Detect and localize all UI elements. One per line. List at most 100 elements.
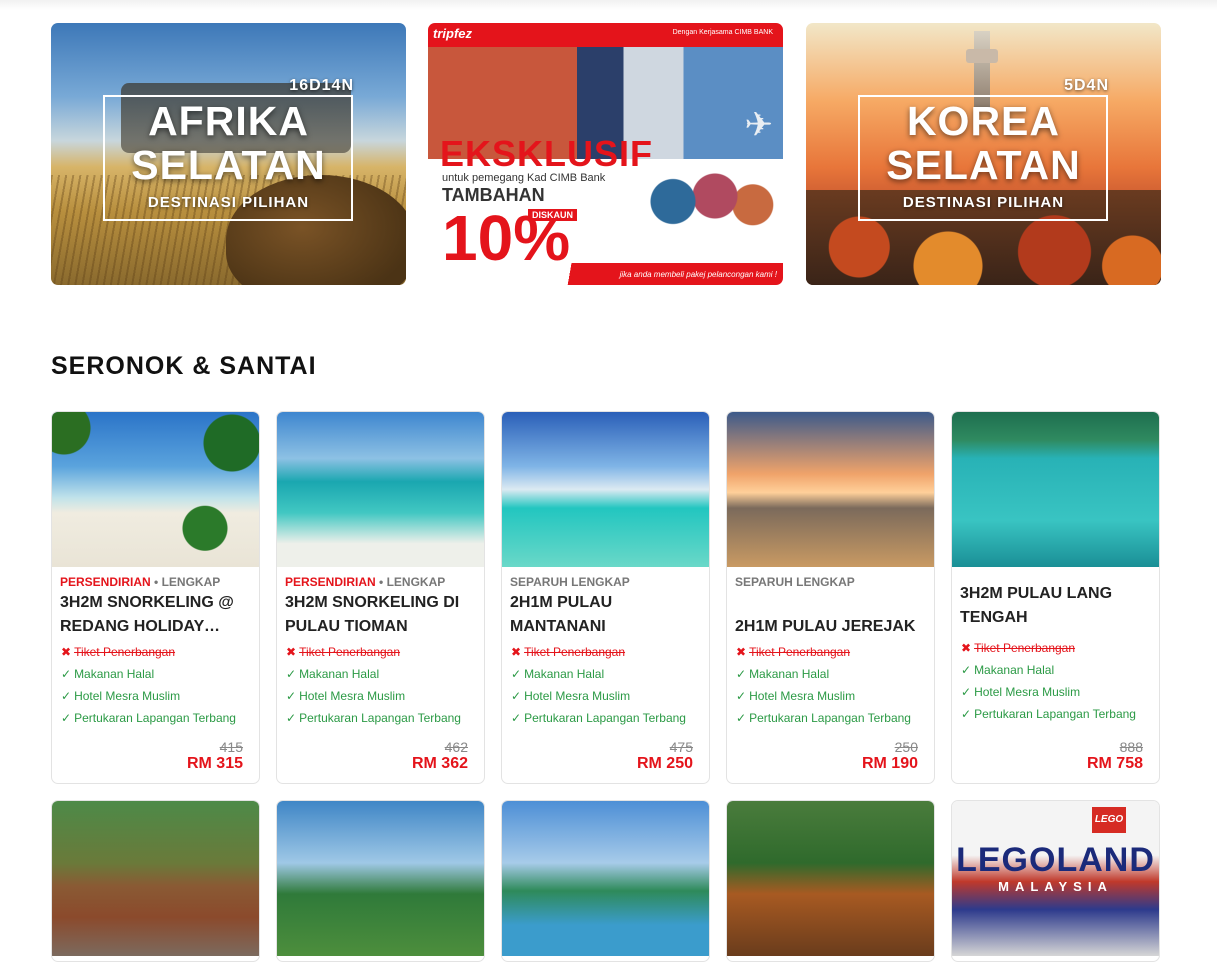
feature-included: ✓ Hotel Mesra Muslim: [61, 689, 180, 703]
package-card[interactable]: 3H2M PULAU LANG TENGAH ✖ Tiket Penerbanga…: [951, 411, 1160, 784]
feature-excluded: ✖ Tiket Penerbangan: [61, 645, 175, 659]
package-card[interactable]: PERSENDIRIAN • LENGKAP 3H2M SNORKELING D…: [276, 411, 485, 784]
partner-label: Dengan Kerjasama CIMB BANK: [672, 29, 773, 36]
lego-logo: LEGO: [1092, 807, 1126, 833]
section-title: SERONOK & SANTAI: [51, 352, 317, 380]
feature-included: ✓ Hotel Mesra Muslim: [961, 685, 1080, 699]
package-image: [52, 412, 259, 567]
check-icon: ✓: [961, 685, 972, 699]
feature-label: Tiket Penerbangan: [299, 645, 401, 659]
package-card[interactable]: [501, 800, 710, 962]
palm-leaves-image: [169, 412, 259, 567]
feature-included: ✓ Makanan Halal: [961, 663, 1054, 677]
feature-label: Makanan Halal: [974, 663, 1055, 677]
x-icon: ✖: [736, 645, 747, 659]
banner-afrika-selatan[interactable]: 16D14N AFRIKA SELATAN DESTINASI PILIHAN: [51, 23, 406, 285]
package-title: 2H1M PULAU JEREJAK: [735, 618, 916, 635]
package-card[interactable]: SEPARUH LENGKAP 2H1M PULAU JEREJAK ✖ Tike…: [726, 411, 935, 784]
feature-excluded: ✖ Tiket Penerbangan: [736, 645, 850, 659]
package-title: 3H2M PULAU LANG TENGAH: [960, 585, 1113, 626]
banner-cimb-promo[interactable]: tripfez Dengan Kerjasama CIMB BANK ✈ EKS…: [428, 23, 783, 285]
check-icon: ✓: [61, 667, 72, 681]
palm-leaves-image: [52, 412, 112, 492]
price: RM 190: [861, 755, 918, 772]
old-price: 888: [1119, 739, 1143, 755]
package-image: [727, 801, 934, 956]
package-image: [277, 412, 484, 567]
package-card[interactable]: [276, 800, 485, 962]
package-card[interactable]: [51, 800, 260, 962]
feature-label: Makanan Halal: [749, 667, 830, 681]
feature-label: Hotel Mesra Muslim: [299, 689, 406, 703]
package-image: [952, 412, 1159, 567]
check-icon: ✓: [511, 667, 522, 681]
package-card[interactable]: LEGO LEGOLAND MALAYSIA: [951, 800, 1160, 962]
feature-included: ✓ Pertukaran Lapangan Terbang: [961, 707, 1136, 721]
check-icon: ✓: [511, 689, 522, 703]
package-card[interactable]: [726, 800, 935, 962]
price: RM 315: [186, 755, 243, 772]
old-price: 250: [894, 739, 918, 755]
package-type-secondary: LENGKAP: [161, 575, 221, 589]
feature-label: Pertukaran Lapangan Terbang: [749, 711, 911, 725]
x-icon: ✖: [286, 645, 297, 659]
feature-included: ✓ Pertukaran Lapangan Terbang: [511, 711, 686, 725]
package-type-primary: PERSENDIRIAN: [285, 575, 376, 589]
airplane-icon: ✈: [744, 106, 774, 144]
feature-included: ✓ Pertukaran Lapangan Terbang: [736, 711, 911, 725]
banner-subtitle: DESTINASI PILIHAN: [902, 194, 1065, 211]
package-title: 3H2M SNORKELING @ REDANG HOLIDAY BEACH V…: [60, 594, 234, 635]
banner-title-line2: SELATAN: [131, 142, 326, 188]
feature-label: Makanan Halal: [74, 667, 155, 681]
feature-label: Makanan Halal: [524, 667, 605, 681]
package-type-sep: •: [379, 575, 384, 589]
x-icon: ✖: [961, 641, 972, 655]
package-type: SEPARUH LENGKAP: [510, 575, 630, 589]
package-image: [727, 412, 934, 567]
banner-duration: 5D4N: [1064, 77, 1109, 94]
feature-label: Tiket Penerbangan: [749, 645, 851, 659]
package-image: [502, 801, 709, 956]
package-image: [277, 801, 484, 956]
check-icon: ✓: [61, 711, 72, 725]
feature-included: ✓ Makanan Halal: [736, 667, 829, 681]
package-type-secondary: SEPARUH LENGKAP: [510, 575, 630, 589]
package-type: PERSENDIRIAN • LENGKAP: [60, 575, 220, 589]
feature-label: Pertukaran Lapangan Terbang: [74, 711, 236, 725]
package-image: [52, 801, 259, 956]
banner-title-line1: AFRIKA: [148, 98, 309, 144]
check-icon: ✓: [961, 663, 972, 677]
check-icon: ✓: [286, 667, 297, 681]
promo-note: jika anda membeli pakej pelancongan kami…: [619, 270, 777, 279]
feature-label: Tiket Penerbangan: [74, 645, 176, 659]
check-icon: ✓: [286, 711, 297, 725]
feature-label: Pertukaran Lapangan Terbang: [524, 711, 686, 725]
package-image: LEGO LEGOLAND MALAYSIA: [952, 801, 1159, 956]
x-icon: ✖: [511, 645, 522, 659]
feature-included: ✓ Makanan Halal: [61, 667, 154, 681]
banner-korea-selatan[interactable]: 5D4N KOREA SELATAN DESTINASI PILIHAN: [806, 23, 1161, 285]
price: RM 362: [411, 755, 468, 772]
package-type: SEPARUH LENGKAP: [735, 575, 855, 589]
promo-for-text: untuk pemegang Kad CIMB Bank: [442, 172, 606, 184]
old-price: 462: [444, 739, 468, 755]
promo-header: tripfez Dengan Kerjasama CIMB BANK: [428, 23, 783, 47]
old-price: 475: [669, 739, 693, 755]
feature-included: ✓ Makanan Halal: [511, 667, 604, 681]
feature-label: Tiket Penerbangan: [974, 641, 1076, 655]
feature-included: ✓ Hotel Mesra Muslim: [511, 689, 630, 703]
package-type-secondary: LENGKAP: [386, 575, 446, 589]
package-card[interactable]: SEPARUH LENGKAP 2H1M PULAU MANTANANI ✖ Ti…: [501, 411, 710, 784]
feature-label: Tiket Penerbangan: [524, 645, 626, 659]
price: RM 758: [1086, 755, 1143, 772]
legoland-sign-sub: MALAYSIA: [998, 879, 1113, 894]
feature-label: Hotel Mesra Muslim: [74, 689, 181, 703]
package-card[interactable]: PERSENDIRIAN • LENGKAP 3H2M SNORKELING @…: [51, 411, 260, 784]
package-type: PERSENDIRIAN • LENGKAP: [285, 575, 445, 589]
banner-title: KOREA SELATAN: [806, 99, 1161, 187]
package-title: 2H1M PULAU MANTANANI: [510, 594, 613, 635]
feature-label: Hotel Mesra Muslim: [749, 689, 856, 703]
feature-included: ✓ Hotel Mesra Muslim: [736, 689, 855, 703]
travellers-image: [638, 163, 778, 273]
top-fade: [0, 0, 1217, 10]
